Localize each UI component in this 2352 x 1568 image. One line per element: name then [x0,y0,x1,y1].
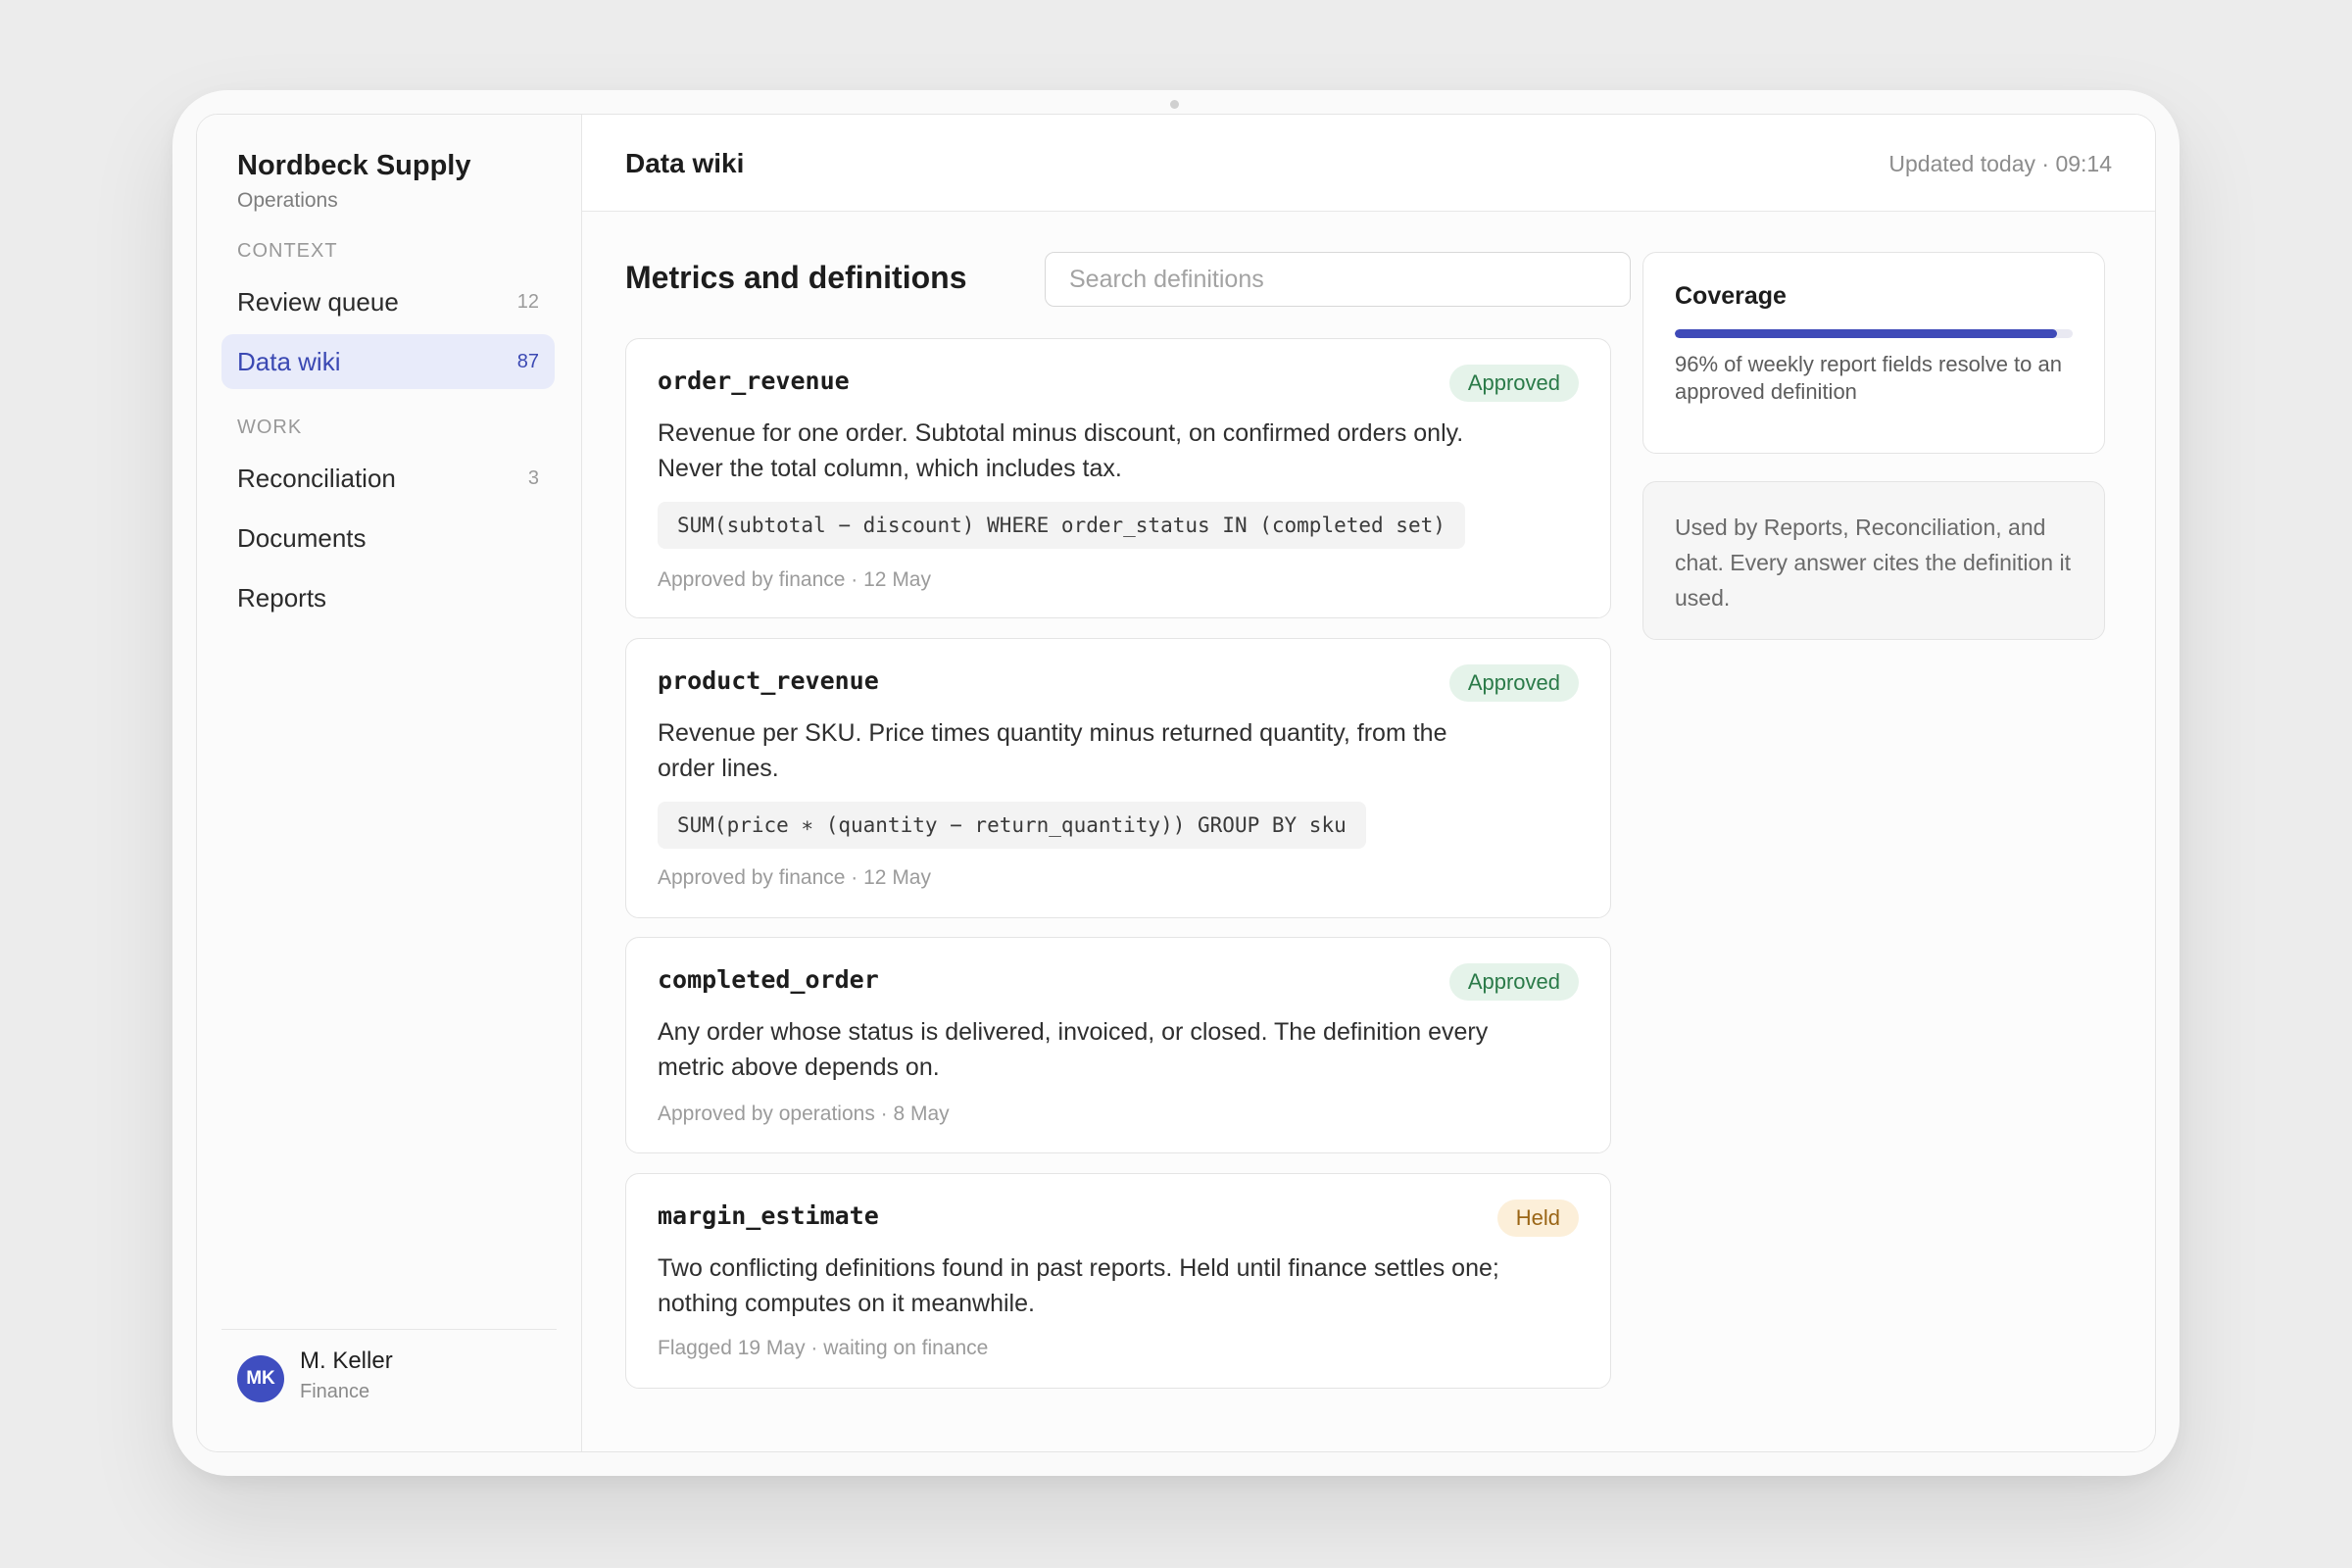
nav-section-work: WORK Reconciliation 3 Documents Reports [221,415,555,625]
camera-dot [1170,100,1179,109]
status-badge: Held [1496,1200,1579,1237]
definition-description: Any order whose status is delivered, inv… [658,1018,1489,1081]
definition-description: Two conflicting definitions found in pas… [658,1254,1499,1317]
usage-note-panel: Used by Reports, Reconciliation, and cha… [1642,481,2105,640]
sidebar-item-documents[interactable]: Documents [221,511,555,565]
usage-note-text: Used by Reports, Reconciliation, and cha… [1675,514,2071,611]
definition-description: Revenue for one order. Subtotal minus di… [658,419,1464,482]
search-input[interactable] [1045,252,1631,307]
status-badge: Approved [1448,963,1579,1001]
definition-name: product_revenue [658,666,879,695]
sidebar-item-reconciliation[interactable]: Reconciliation 3 [221,451,555,506]
coverage-progress-bar [1675,329,2073,338]
sidebar-item-label: Reports [237,582,327,612]
definition-name: order_revenue [658,367,850,395]
definition-meta: Approved by operations · 8 May [658,1102,950,1125]
tablet-frame: Nordbeck Supply Operations CONTEXT Revie… [172,90,2180,1476]
avatar: MK [237,1355,284,1402]
user-name: M. Keller [300,1348,393,1374]
coverage-panel: Coverage 96% of weekly report fields res… [1642,252,2105,454]
definition-code: SUM(price ∗ (quantity − return_quantity)… [658,802,1366,849]
page-title: Data wiki [625,148,745,178]
definition-meta: Flagged 19 May · waiting on finance [658,1337,989,1359]
sidebar-item-label: Data wiki [237,346,341,376]
updated-timestamp: Updated today · 09:14 [1888,151,2112,176]
org-name: Nordbeck Supply [237,150,471,181]
org-team: Operations [237,189,338,212]
header-bar: Data wiki Updated today · 09:14 [582,115,2155,212]
sidebar-item-label: Documents [237,522,367,553]
definition-description: Revenue per SKU. Price times quantity mi… [658,719,1447,782]
main-content: Data wiki Updated today · 09:14 Metrics … [582,115,2155,1451]
definition-name: margin_estimate [658,1201,879,1230]
section-title: Metrics and definitions [625,260,967,295]
nav-heading-work: WORK [237,416,303,438]
app-window: Nordbeck Supply Operations CONTEXT Revie… [196,114,2156,1452]
definition-code: SUM(subtotal − discount) WHERE order_sta… [658,502,1465,549]
definition-card-completed-order[interactable]: completed_order Approved Any order whose… [625,937,1611,1153]
status-badge: Approved [1448,664,1579,702]
definition-card-product-revenue[interactable]: product_revenue Approved Revenue per SKU… [625,638,1611,918]
user-role: Finance [300,1381,370,1402]
status-badge: Approved [1448,365,1579,402]
sidebar-item-label: Review queue [237,286,399,317]
definition-name: completed_order [658,965,879,994]
nav-heading-context: CONTEXT [237,240,338,262]
sidebar-item-data-wiki[interactable]: Data wiki 87 [221,334,555,389]
sidebar-item-count: 3 [527,466,539,489]
coverage-title: Coverage [1675,282,1787,310]
definition-meta: Approved by finance · 12 May [658,568,931,591]
definition-card-order-revenue[interactable]: order_revenue Approved Revenue for one o… [625,338,1611,618]
sidebar-item-review-queue[interactable]: Review queue 12 [221,274,555,329]
definition-card-margin-estimate[interactable]: margin_estimate Held Two conflicting def… [625,1173,1611,1389]
definition-meta: Approved by finance · 12 May [658,866,931,889]
nav-section-context: CONTEXT Review queue 12 Data wiki 87 [221,238,555,389]
coverage-text: 96% of weekly report fields resolve to a… [1675,352,2062,404]
sidebar: Nordbeck Supply Operations CONTEXT Revie… [197,115,582,1451]
user-profile[interactable]: MK M. Keller Finance [221,1329,557,1451]
sidebar-item-count: 12 [516,290,539,313]
coverage-progress-fill [1675,329,2057,338]
sidebar-item-reports[interactable]: Reports [221,570,555,625]
sidebar-item-count: 87 [516,350,539,372]
sidebar-item-label: Reconciliation [237,463,396,493]
